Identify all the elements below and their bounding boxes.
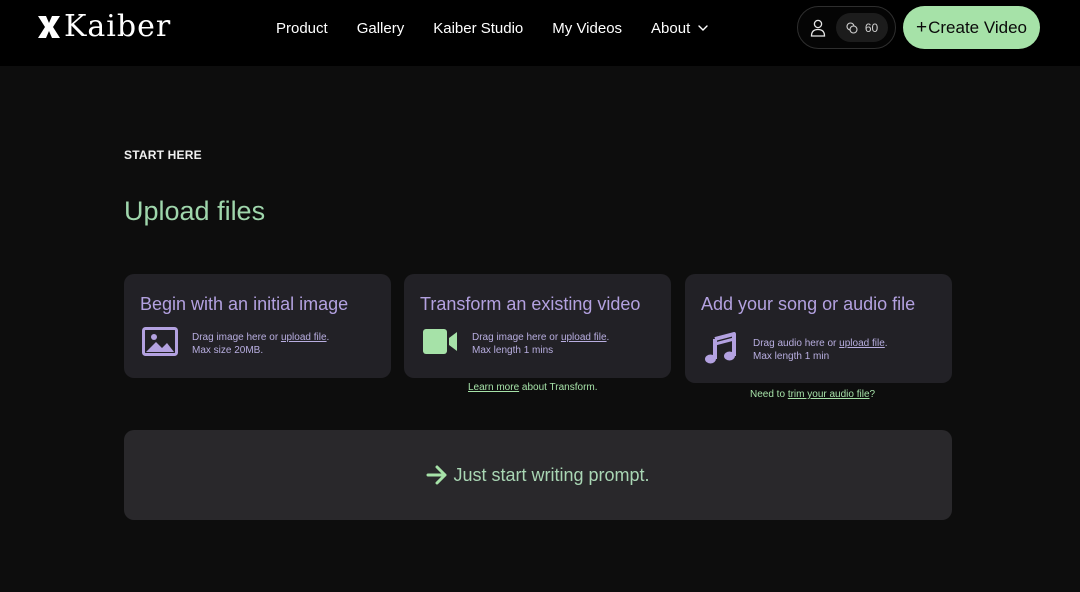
upload-audio-card[interactable]: Add your song or audio file Drag audio h… <box>685 274 952 383</box>
write-prompt-button[interactable]: Just start writing prompt. <box>124 430 952 520</box>
transform-helper: Learn more about Transform. <box>468 382 598 393</box>
video-camera-icon <box>423 329 457 354</box>
nav-about-label: About <box>651 19 691 37</box>
kaiber-logo[interactable]: Kaiber <box>36 12 171 42</box>
create-video-label: Create Video <box>928 17 1028 37</box>
max-length-text: Max length 1 min <box>753 351 830 362</box>
logo-text: Kaiber <box>64 9 172 44</box>
nav-product[interactable]: Product <box>276 20 328 37</box>
period: . <box>884 338 888 349</box>
coins-icon <box>846 21 858 34</box>
account-pill[interactable]: 60 <box>797 6 896 49</box>
nav-my-videos[interactable]: My Videos <box>552 20 622 37</box>
nav-gallery[interactable]: Gallery <box>357 20 405 37</box>
drag-text: Drag audio here or <box>753 338 840 349</box>
card-instructions: Drag image here or upload file. Max leng… <box>472 331 609 357</box>
credits-count: 60 <box>864 20 879 35</box>
nav-kaiber-studio[interactable]: Kaiber Studio <box>433 20 523 37</box>
card-instructions: Drag audio here or upload file. Max leng… <box>753 337 888 363</box>
plus-icon: + <box>915 16 928 38</box>
chevron-down-icon <box>698 25 708 31</box>
kaiber-logo-icon <box>38 16 60 38</box>
arrow-right-icon <box>426 465 447 485</box>
card-instructions: Drag image here or upload file. Max size… <box>192 331 329 357</box>
upload-file-link[interactable]: upload file <box>561 332 607 343</box>
nav-links: Product Gallery Kaiber Studio My Videos … <box>276 18 738 38</box>
prompt-label: Just start writing prompt. <box>453 464 650 485</box>
trim-audio-helper: Need to trim your audio file? <box>750 389 875 400</box>
upload-image-card[interactable]: Begin with an initial image Drag image h… <box>124 274 391 378</box>
drag-text: Drag image here or <box>192 332 281 343</box>
music-note-icon <box>705 332 736 364</box>
upload-file-link[interactable]: upload file <box>839 338 885 349</box>
card-title: Transform an existing video <box>420 294 641 314</box>
learn-more-link[interactable]: Learn more <box>468 382 519 393</box>
upload-video-card[interactable]: Transform an existing video Drag image h… <box>404 274 671 378</box>
period: . <box>606 332 610 343</box>
max-length-text: Max length 1 mins <box>472 345 554 356</box>
user-icon[interactable] <box>810 19 826 37</box>
create-video-button[interactable]: + Create Video <box>903 6 1040 49</box>
helper-prefix: Need to <box>750 389 788 400</box>
section-eyebrow: START HERE <box>124 148 202 162</box>
image-icon <box>142 327 178 356</box>
helper-suffix: ? <box>869 389 876 400</box>
nav-about[interactable]: About <box>651 20 709 37</box>
period: . <box>326 332 330 343</box>
top-nav: Kaiber Product Gallery Kaiber Studio My … <box>0 0 1080 66</box>
upload-file-link[interactable]: upload file <box>281 332 327 343</box>
drag-text: Drag image here or <box>472 332 561 343</box>
credits-badge[interactable]: 60 <box>836 13 888 42</box>
trim-audio-link[interactable]: trim your audio file <box>788 389 870 400</box>
page-title: Upload files <box>124 196 266 226</box>
card-title: Add your song or audio file <box>701 294 916 314</box>
card-title: Begin with an initial image <box>140 294 349 314</box>
max-size-text: Max size 20MB. <box>192 345 264 356</box>
helper-text: about Transform. <box>519 382 598 393</box>
